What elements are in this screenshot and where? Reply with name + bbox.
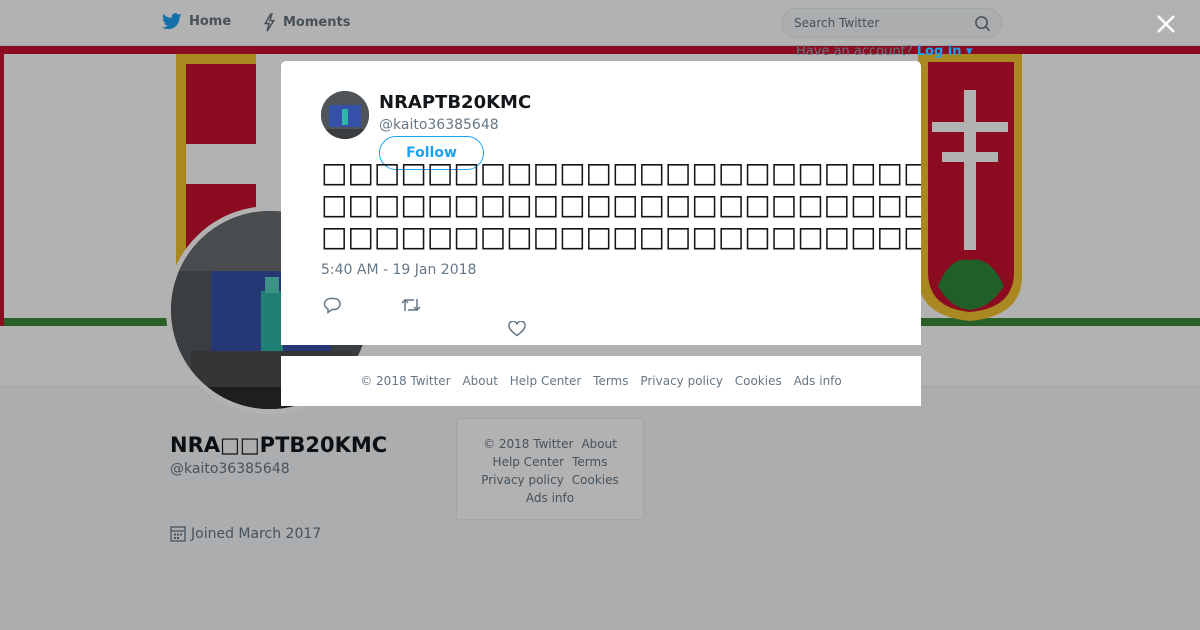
footer-ads-link[interactable]: Ads info [794,374,842,388]
footer-copyright: © 2018 Twitter [360,374,451,388]
tweet-text-line: □□□□□□□□□□□□□□□□□□□□□□□□□□□□□□□□□□□□□□□□… [321,156,921,189]
modal-footer: © 2018 Twitter About Help Center Terms P… [281,356,921,406]
tweet-author-avatar[interactable] [321,91,369,139]
close-icon[interactable] [1154,12,1178,36]
login-link-label: Log in [916,44,962,59]
chevron-down-icon: ▾ [966,44,973,59]
heart-icon [508,321,526,337]
footer-terms-link[interactable]: Terms [593,374,628,388]
tweet-avatar-image [321,91,369,139]
have-account-text: Have an account? [796,44,913,59]
retweet-icon [401,298,421,312]
retweet-button[interactable] [399,293,423,317]
reply-button[interactable] [320,293,344,317]
reply-icon [323,297,341,314]
footer-help-link[interactable]: Help Center [510,374,582,388]
tweet-text: □□□□□□□□□□□□□□□□□□□□□□□□□ □□□□□□□□□□□□□□□… [321,157,921,253]
footer-about-link[interactable]: About [462,374,497,388]
tweet-text-line: □□□□□□□□□□□□□□□□□□□□□□□□□□□□□□□□□□□□□□□□… [321,220,921,253]
tweet-timestamp[interactable]: 5:40 AM - 19 Jan 2018 [321,262,476,278]
tweet-author-handle[interactable]: @kaito36385648 [379,117,499,133]
tweet-text-line: □□□□□□□□□□□□□□□□□□□□□□□□□□□□□□□□□□□□ [321,188,921,221]
like-button[interactable] [505,317,529,341]
tweet-author-name[interactable]: NRAPTB20KMC [379,92,531,113]
footer-privacy-link[interactable]: Privacy policy [640,374,723,388]
footer-cookies-link[interactable]: Cookies [735,374,782,388]
tweet-modal: NRAPTB20KMC @kaito36385648 Follow □□□□□□… [281,61,921,345]
login-prompt: Have an account? Log in ▾ [796,44,973,59]
login-link[interactable]: Log in ▾ [917,44,973,59]
